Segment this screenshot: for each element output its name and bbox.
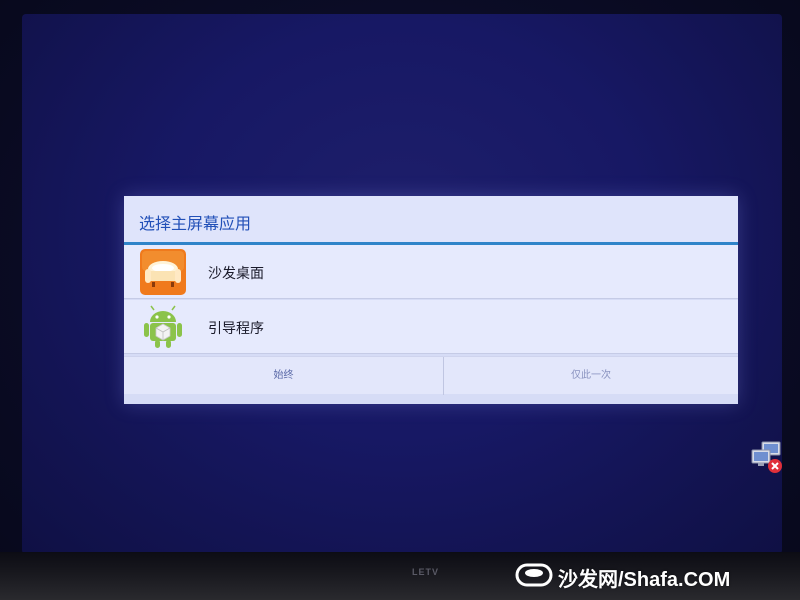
app-label-sofa-launcher: 沙发桌面: [208, 266, 264, 282]
app-option-launcher[interactable]: 引导程序: [124, 300, 738, 354]
dialog-button-bar: 始终 仅此一次: [124, 356, 738, 395]
network-disconnected-icon: [751, 441, 782, 473]
sofa-app-icon: [140, 249, 186, 295]
tv-brand-logo: LETV: [412, 567, 440, 577]
watermark: 沙发网/Shafa.COM: [514, 560, 784, 591]
sofa-logo-icon: [515, 563, 553, 587]
watermark-text: 沙发网/Shafa.COM: [558, 569, 731, 591]
always-button[interactable]: 始终: [124, 357, 443, 395]
dialog-title: 选择主屏幕应用: [124, 196, 738, 244]
app-label-launcher: 引导程序: [208, 321, 264, 337]
app-option-sofa-launcher[interactable]: 沙发桌面: [124, 245, 738, 299]
choose-home-app-dialog: 选择主屏幕应用 沙发桌面 引导程序 始终 仅此一次: [124, 196, 738, 404]
just-once-button[interactable]: 仅此一次: [444, 357, 738, 395]
android-icon: [144, 305, 182, 348]
